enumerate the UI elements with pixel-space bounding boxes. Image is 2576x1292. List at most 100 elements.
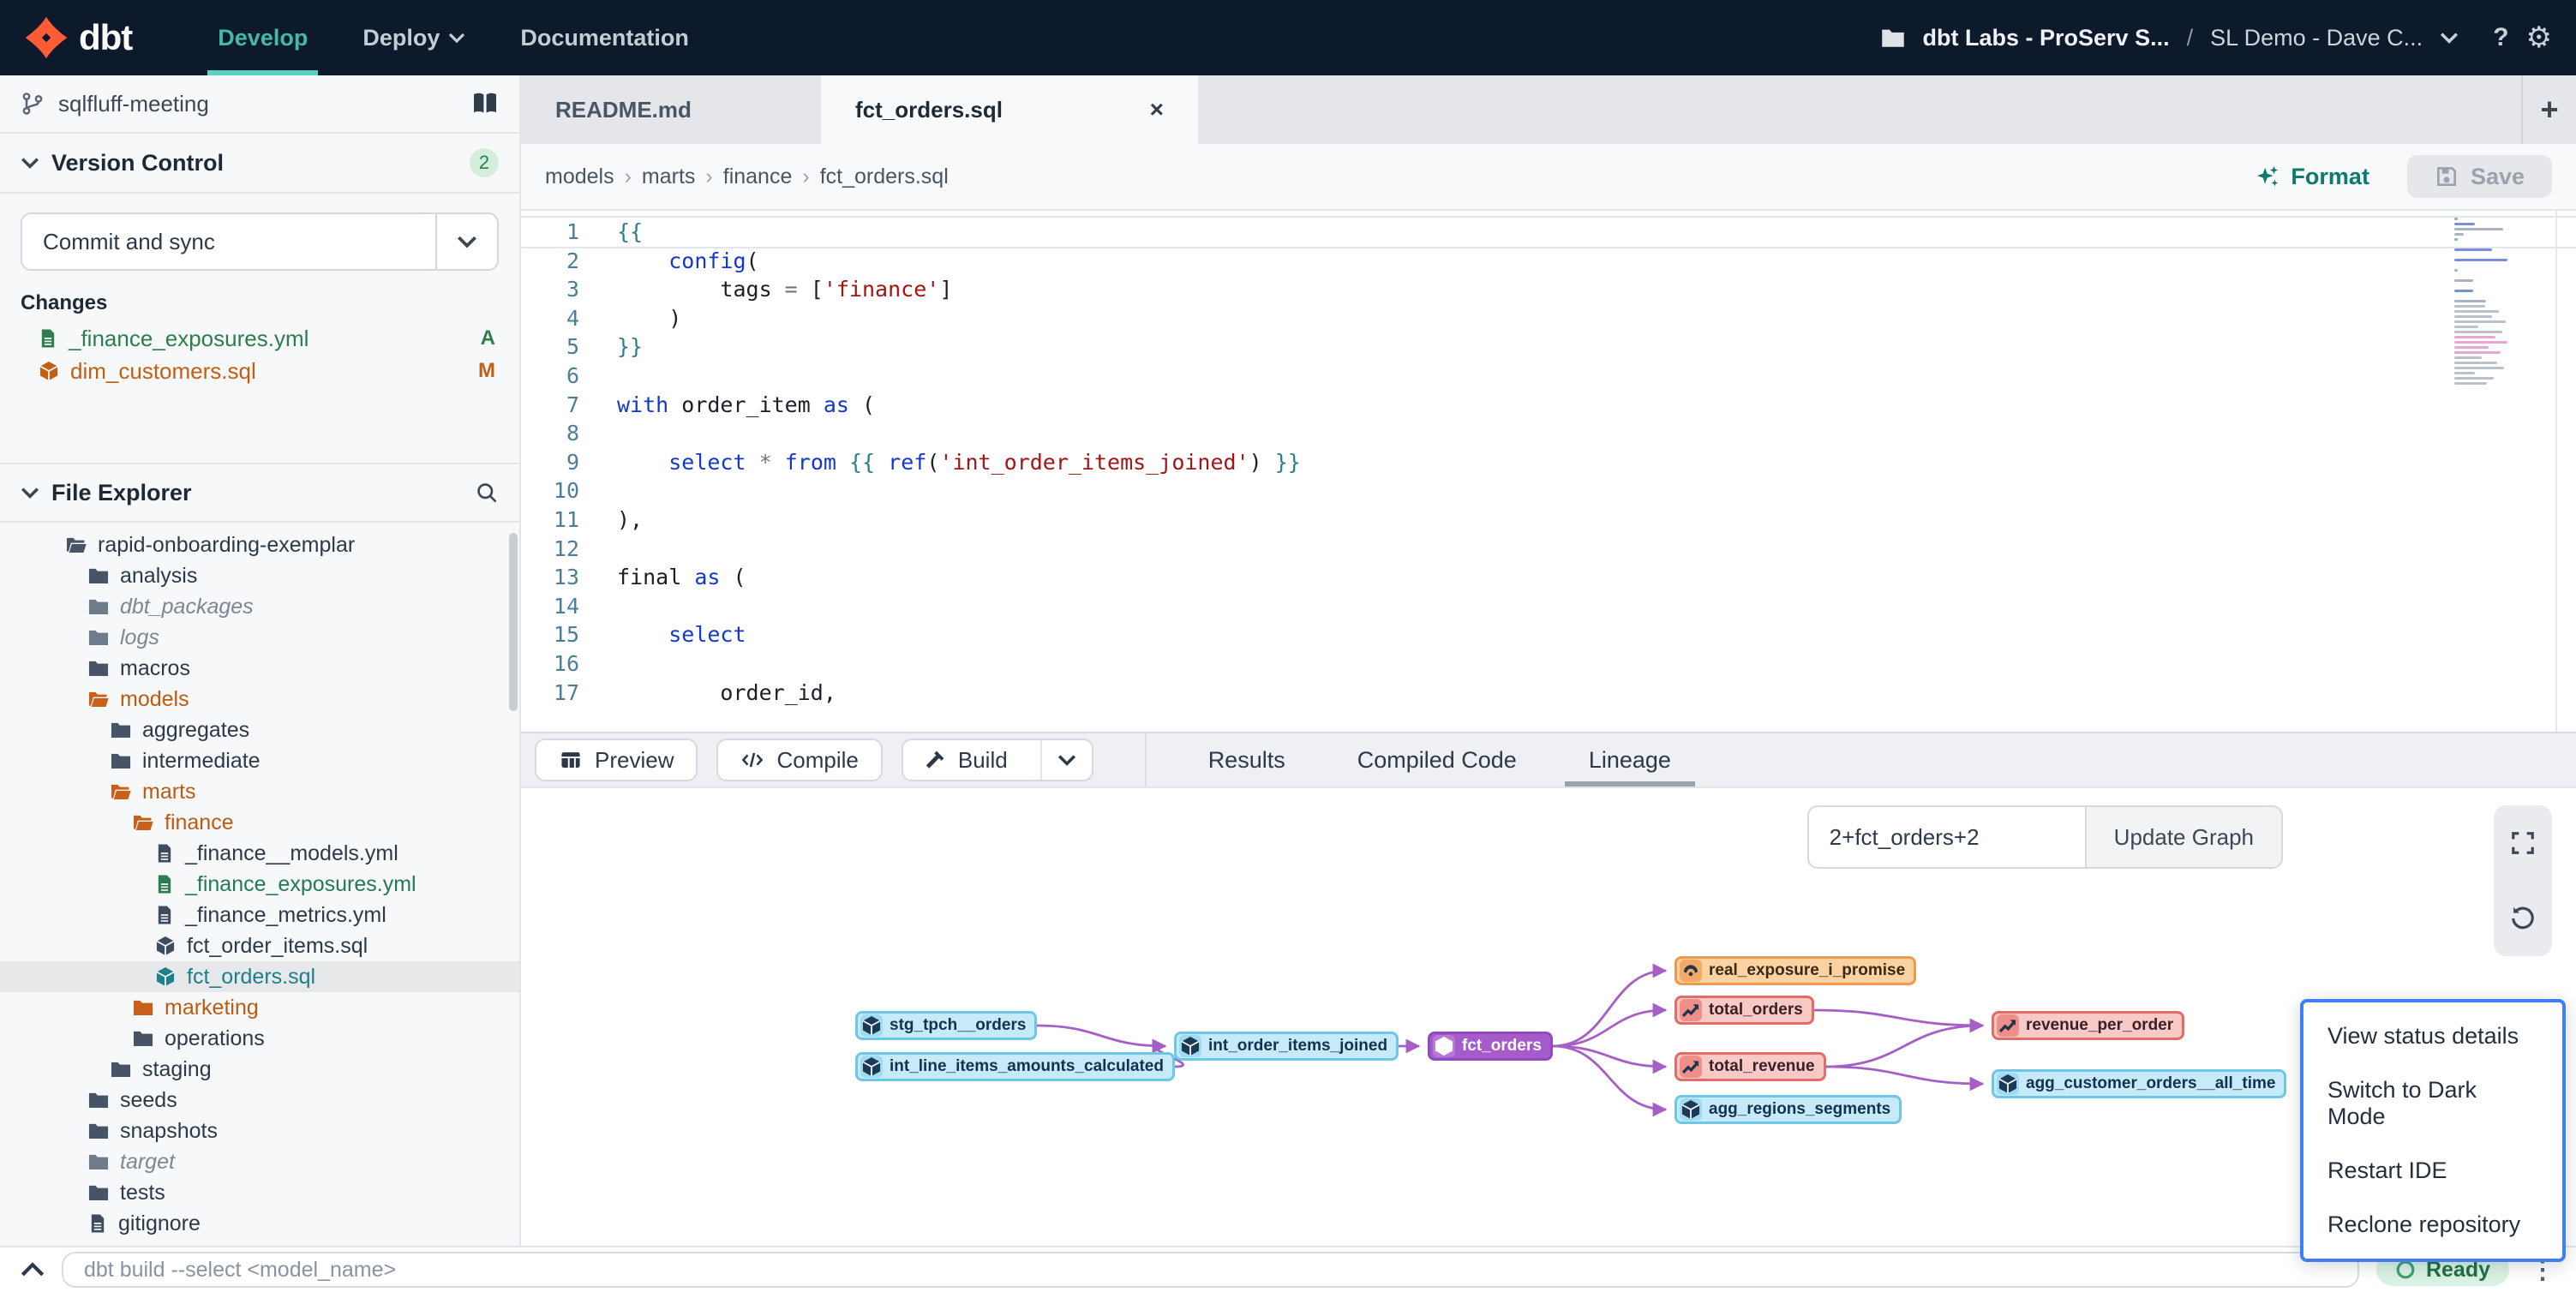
update-graph-button[interactable]: Update Graph [2085, 805, 2283, 869]
file-tree-item[interactable]: seeds [0, 1085, 519, 1116]
build-options-caret[interactable] [1040, 740, 1092, 780]
commit-and-sync-button[interactable]: Commit and sync [21, 212, 499, 271]
lineage-node-fct_orders[interactable]: fct_orders [1428, 1032, 1553, 1061]
breadcrumb-item[interactable]: finance [723, 164, 793, 189]
commit-options-caret[interactable] [435, 214, 497, 269]
file-tree-item[interactable]: operations [0, 1023, 519, 1054]
code-line[interactable]: 7with order_item as ( [521, 391, 2576, 420]
format-button[interactable]: Format [2255, 164, 2369, 190]
lineage-node-total_revenue[interactable]: total_revenue [1674, 1052, 1826, 1081]
lineage-node-stg_tpch__orders[interactable]: stg_tpch__orders [855, 1011, 1037, 1040]
lineage-node-agg_customer_orders__all_time[interactable]: agg_customer_orders__all_time [1992, 1069, 2286, 1098]
breadcrumb-item[interactable]: models [545, 164, 614, 189]
panel-tab-compiled-code[interactable]: Compiled Code [1347, 733, 1527, 787]
file-tree-item[interactable]: fct_orders.sql [0, 961, 519, 992]
file-tree-item[interactable]: target [0, 1146, 519, 1177]
file-tree-item[interactable]: logs [0, 622, 519, 653]
dbt-logo[interactable]: dbt [24, 15, 132, 60]
file-tree-item[interactable]: gitignore [0, 1208, 519, 1239]
branch-name[interactable]: sqlfluff-meeting [58, 91, 458, 117]
lineage-node-real_exposure_i_promise[interactable]: real_exposure_i_promise [1674, 956, 1916, 985]
file-tree-item[interactable]: staging [0, 1054, 519, 1085]
search-icon[interactable] [475, 481, 499, 505]
code-line[interactable]: 15 select [521, 620, 2576, 649]
code-line[interactable]: 14 [521, 592, 2576, 621]
file-tree-item[interactable]: _finance_metrics.yml [0, 900, 519, 930]
lineage-node-int_line_items_amounts_calculated[interactable]: int_line_items_amounts_calculated [855, 1052, 1175, 1081]
menu-item-switch-to-dark-mode[interactable]: Switch to Dark Mode [2303, 1063, 2562, 1144]
code-line[interactable]: 12 [521, 535, 2576, 564]
code-line[interactable]: 9 select * from {{ ref('int_order_items_… [521, 448, 2576, 477]
editor-tab-README.md[interactable]: README.md [521, 75, 821, 144]
lineage-node-int_order_items_joined[interactable]: int_order_items_joined [1174, 1032, 1399, 1061]
file-tree-item[interactable]: _finance__models.yml [0, 838, 519, 869]
code-line[interactable]: 10 [521, 476, 2576, 505]
panel-tab-results[interactable]: Results [1198, 733, 1296, 787]
file-tree-item[interactable]: marts [0, 776, 519, 807]
primary-nav: DevelopDeployDocumentation [190, 0, 716, 75]
code-editor[interactable]: 1{{2 config(3 tags = ['finance']4 )5}}67… [521, 211, 2576, 732]
account-name[interactable]: dbt Labs - ProServ S... [1923, 25, 2170, 51]
file-tree-item[interactable]: analysis [0, 560, 519, 591]
code-line[interactable]: 3 tags = ['finance'] [521, 275, 2576, 304]
code-line[interactable]: 11), [521, 505, 2576, 535]
file-tree-item[interactable]: marketing [0, 992, 519, 1023]
change-item[interactable]: dim_customers.sqlM [0, 355, 519, 387]
code-line[interactable]: 2 config( [521, 247, 2576, 276]
editor-tab-fct_orders.sql[interactable]: fct_orders.sql× [821, 75, 1198, 144]
file-tree-item[interactable]: fct_order_items.sql [0, 930, 519, 961]
docs-book-icon[interactable] [471, 92, 499, 116]
code-line[interactable]: 1{{ [521, 218, 2576, 247]
chevron-up-icon[interactable] [21, 1262, 45, 1277]
file-tree-item[interactable]: tests [0, 1177, 519, 1208]
save-button[interactable]: Save [2407, 155, 2552, 198]
close-icon[interactable]: × [1109, 96, 1164, 123]
file-tree-item[interactable]: aggregates [0, 715, 519, 745]
panel-tab-lineage[interactable]: Lineage [1579, 733, 1681, 787]
version-control-header[interactable]: Version Control 2 [0, 134, 519, 194]
build-button[interactable]: Build [902, 739, 1093, 781]
nav-link-deploy[interactable]: Deploy [335, 0, 493, 75]
file-tree-item[interactable]: finance [0, 807, 519, 838]
code-line[interactable]: 16 [521, 649, 2576, 679]
lineage-node-agg_regions_segments[interactable]: agg_regions_segments [1674, 1095, 1902, 1124]
lineage-canvas[interactable]: stg_tpch__orders int_line_items_amounts_c… [521, 788, 2576, 1246]
fullscreen-icon[interactable] [2501, 821, 2545, 865]
tree-scrollbar[interactable] [509, 533, 518, 711]
code-line[interactable]: 4 ) [521, 304, 2576, 333]
nav-link-documentation[interactable]: Documentation [493, 0, 716, 75]
menu-item-reclone-repository[interactable]: Reclone repository [2303, 1198, 2562, 1252]
change-item[interactable]: _finance_exposures.ymlA [0, 322, 519, 355]
file-explorer-header[interactable]: File Explorer [0, 463, 519, 523]
file-tree-item[interactable]: macros [0, 653, 519, 684]
nav-link-develop[interactable]: Develop [190, 0, 335, 75]
editor-minimap[interactable] [2454, 218, 2511, 410]
compile-button[interactable]: Compile [716, 739, 882, 781]
preview-button[interactable]: Preview [535, 739, 698, 781]
file-tree-item[interactable]: dbt_packages [0, 591, 519, 622]
help-icon[interactable]: ? [2493, 23, 2508, 52]
chevron-down-icon[interactable] [2440, 32, 2459, 44]
file-tree-item[interactable]: intermediate [0, 745, 519, 776]
breadcrumb-item[interactable]: marts [642, 164, 696, 189]
command-input[interactable] [62, 1252, 2359, 1288]
new-tab-button[interactable]: + [2521, 75, 2576, 144]
code-line[interactable]: 5}} [521, 332, 2576, 362]
code-line[interactable]: 17 order_id, [521, 679, 2576, 708]
menu-item-view-status-details[interactable]: View status details [2303, 1009, 2562, 1063]
lineage-selector-input[interactable] [1807, 805, 2085, 869]
code-line[interactable]: 13final as ( [521, 563, 2576, 592]
code-line[interactable]: 8 [521, 419, 2576, 448]
file-tree-item[interactable]: _finance_exposures.yml [0, 869, 519, 900]
reset-view-icon[interactable] [2501, 896, 2545, 941]
file-tree-item[interactable]: rapid-onboarding-exemplar [0, 529, 519, 560]
file-tree-item[interactable]: models [0, 684, 519, 715]
menu-item-restart-ide[interactable]: Restart IDE [2303, 1144, 2562, 1198]
code-line[interactable]: 6 [521, 362, 2576, 391]
lineage-node-revenue_per_order[interactable]: revenue_per_order [1992, 1011, 2184, 1040]
project-selector[interactable]: SL Demo - Dave C... [2210, 25, 2423, 51]
file-tree-item[interactable]: snapshots [0, 1116, 519, 1146]
gear-icon[interactable]: ⚙ [2526, 21, 2552, 55]
breadcrumb-item[interactable]: fct_orders.sql [820, 164, 949, 189]
lineage-node-total_orders[interactable]: total_orders [1674, 996, 1814, 1025]
